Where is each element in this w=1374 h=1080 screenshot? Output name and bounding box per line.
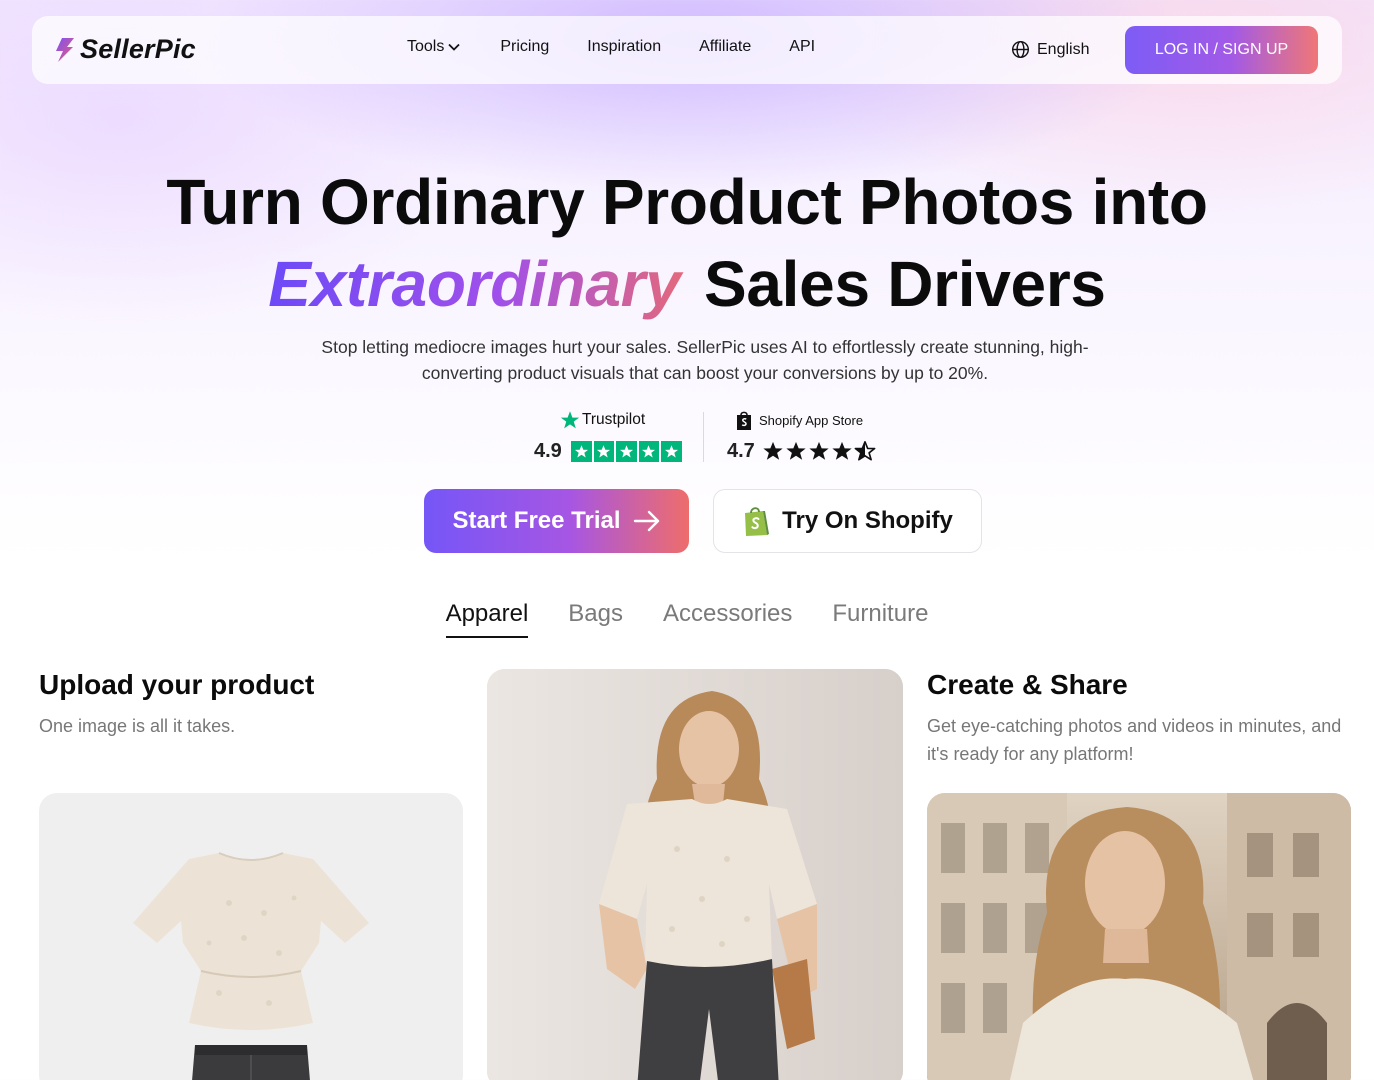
logo-text: SellerPic bbox=[80, 34, 196, 64]
share-step-title: Create & Share bbox=[927, 669, 1128, 700]
shopify-brand: Shopify App Store bbox=[735, 410, 863, 431]
model-photo-image bbox=[487, 669, 903, 1080]
star-icon bbox=[593, 441, 614, 462]
tab-apparel[interactable]: Apparel bbox=[445, 600, 528, 638]
sellerpic-logo-icon bbox=[56, 37, 74, 62]
logo[interactable]: SellerPic bbox=[54, 36, 196, 63]
star-icon bbox=[616, 441, 637, 462]
trustpilot-brand-label: Trustpilot bbox=[582, 411, 646, 428]
share-result-card bbox=[927, 793, 1351, 1080]
shopify-stars bbox=[762, 440, 876, 462]
upload-step-title: Upload your product bbox=[39, 669, 315, 700]
category-tabs: Apparel Bags Accessories Furniture bbox=[0, 600, 1374, 638]
nav-links: Tools Pricing Inspiration Affiliate API bbox=[407, 38, 815, 56]
upload-step-desc: One image is all it takes. bbox=[39, 716, 236, 736]
star-icon bbox=[809, 441, 829, 460]
upload-product-card bbox=[39, 793, 463, 1080]
hero-title-highlight: Extraordinary bbox=[268, 248, 686, 320]
share-step-desc: Get eye-catching photos and videos in mi… bbox=[927, 716, 1342, 764]
star-icon bbox=[661, 441, 682, 462]
hero-title-line2: Extraordinary Sales Drivers bbox=[0, 252, 1374, 316]
start-free-trial-label: Start Free Trial bbox=[452, 507, 621, 534]
product-flatlay-image bbox=[133, 852, 369, 1080]
arrow-right-icon bbox=[633, 510, 659, 532]
start-free-trial-button[interactable]: Start Free Trial bbox=[424, 489, 689, 553]
hero-subtitle: Stop letting mediocre images hurt your s… bbox=[321, 337, 1089, 383]
trustpilot-brand: Trustpilot bbox=[560, 410, 645, 430]
trustpilot-stars bbox=[571, 441, 682, 462]
chevron-down-icon bbox=[448, 43, 460, 51]
trustpilot-score: 4.9 bbox=[534, 440, 562, 462]
star-icon bbox=[832, 441, 852, 460]
try-on-shopify-label: Try On Shopify bbox=[782, 507, 953, 534]
half-star-icon bbox=[854, 441, 876, 461]
model-result-card bbox=[487, 669, 903, 1080]
globe-icon bbox=[1011, 40, 1030, 59]
tab-bags[interactable]: Bags bbox=[568, 600, 623, 638]
star-icon bbox=[786, 441, 806, 460]
hero-title-rest: Sales Drivers bbox=[704, 248, 1106, 320]
star-icon bbox=[763, 441, 783, 460]
nav-pricing-link[interactable]: Pricing bbox=[500, 38, 549, 56]
shopify-score: 4.7 bbox=[727, 440, 755, 462]
nav-tools-label: Tools bbox=[407, 38, 445, 55]
login-signup-button[interactable]: LOG IN / SIGN UP bbox=[1125, 26, 1318, 74]
nav-api-link[interactable]: API bbox=[789, 38, 815, 56]
shopify-bag-icon bbox=[737, 411, 751, 430]
shopify-brand-label: Shopify App Store bbox=[759, 413, 864, 428]
tab-accessories[interactable]: Accessories bbox=[663, 600, 792, 638]
tab-furniture[interactable]: Furniture bbox=[832, 600, 928, 638]
nav-tools-dropdown[interactable]: Tools bbox=[407, 38, 460, 56]
nav-affiliate-link[interactable]: Affiliate bbox=[699, 38, 751, 56]
hero-title-line1: Turn Ordinary Product Photos into bbox=[166, 166, 1208, 238]
rating-divider bbox=[703, 412, 704, 462]
top-navbar: SellerPic Tools Pricing Inspiration Affi… bbox=[32, 16, 1342, 84]
trustpilot-star-icon bbox=[560, 411, 580, 429]
language-selector[interactable]: English bbox=[1011, 40, 1089, 59]
try-on-shopify-button[interactable]: Try On Shopify bbox=[713, 489, 982, 553]
street-model-image bbox=[927, 793, 1351, 1080]
language-label: English bbox=[1037, 40, 1090, 58]
nav-inspiration-link[interactable]: Inspiration bbox=[587, 38, 661, 56]
shopify-bag-icon bbox=[745, 507, 770, 536]
star-icon bbox=[571, 441, 592, 462]
star-icon bbox=[638, 441, 659, 462]
